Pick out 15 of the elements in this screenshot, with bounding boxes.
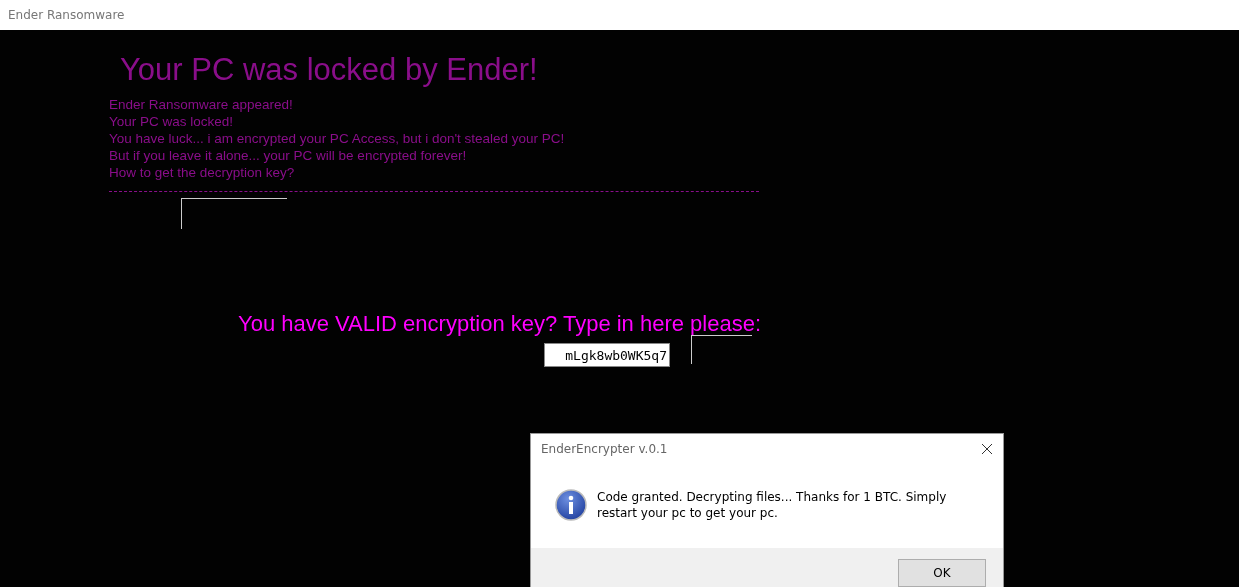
message-line: You have luck... i am encrypted your PC Access, but i don't stealed your PC! [109, 130, 565, 147]
message-line: But if you leave it alone... your PC will be encrypted forever! [109, 147, 468, 164]
window-title: Ender Ransomware [8, 8, 125, 22]
message-line: How to get the decryption key? [109, 164, 296, 181]
dialog-message: Code granted. Decrypting files... Thanks for 1 BTC. Simply restart your pc to get your pc. [597, 489, 948, 521]
key-field[interactable]: mLgk8wb0WK5q7 [544, 343, 670, 367]
dialog-title: EnderEncrypter v.0.1 [541, 442, 668, 456]
frame-outline [691, 335, 752, 364]
message-line: Ender Ransomware appeared! [109, 96, 294, 113]
prompt-text: You have VALID encryption key? Type in here please: [238, 311, 762, 337]
ok-button[interactable]: OK [898, 559, 986, 587]
info-icon [555, 489, 587, 521]
message-line: Your PC was locked! [109, 113, 235, 130]
heading: Your PC was locked by Ender! [120, 52, 538, 88]
close-icon[interactable] [981, 443, 993, 455]
